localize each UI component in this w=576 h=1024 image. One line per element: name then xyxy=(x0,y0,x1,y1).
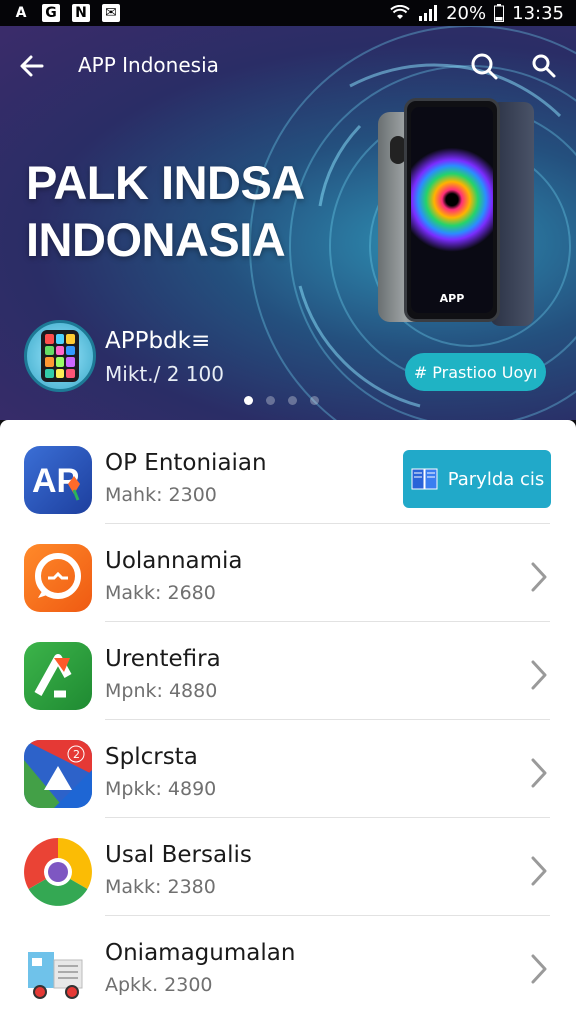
app-name: Usal Bersalis xyxy=(105,842,252,868)
app-g-icon: G xyxy=(42,4,60,22)
back-arrow-icon[interactable] xyxy=(16,50,48,82)
app-meta: Mahk: 2300 xyxy=(105,484,217,506)
app-a-icon: A xyxy=(15,5,27,21)
green-arrow-icon xyxy=(24,642,92,710)
battery-icon xyxy=(494,4,505,22)
svg-text:2: 2 xyxy=(73,748,80,761)
app-meta: Apkk. 2300 xyxy=(105,974,213,996)
featured-app-button[interactable]: # Prastioo Uoyı xyxy=(405,353,546,391)
carousel-dot[interactable] xyxy=(288,396,297,405)
app-meta: Makk: 2680 xyxy=(105,582,216,604)
chevron-right-icon[interactable] xyxy=(528,952,550,986)
hero-title: PALK INDSA INDONASIA xyxy=(26,154,356,268)
list-item[interactable]: AP OP Entoniaian Mahk: 2300 Parylda cis xyxy=(0,426,576,524)
featured-app-icon[interactable] xyxy=(24,320,96,392)
app-meta: Mpkk: 4890 xyxy=(105,778,217,800)
carousel-dot[interactable] xyxy=(244,396,253,405)
chevron-right-icon[interactable] xyxy=(528,560,550,594)
hero-title-line1: PALK INDSA xyxy=(26,156,305,209)
app-name: Oniamagumalan xyxy=(105,940,296,966)
battery-percent: 20% xyxy=(446,2,487,24)
app-n-icon: N xyxy=(72,4,90,22)
install-button[interactable]: Parylda cis xyxy=(403,450,551,508)
ap-logo-icon: AP xyxy=(24,446,92,514)
featured-app-meta: Mikt./ 2 100 xyxy=(105,362,224,386)
wifi-icon xyxy=(390,5,410,19)
carousel-dot[interactable] xyxy=(266,396,275,405)
chevron-right-icon[interactable] xyxy=(528,756,550,790)
app-meta: Makk: 2380 xyxy=(105,876,216,898)
list-item[interactable]: Usal Bersalis Makk: 2380 xyxy=(0,818,576,916)
carousel-indicator xyxy=(244,396,319,405)
chevron-right-icon[interactable] xyxy=(528,854,550,888)
list-item[interactable]: Oniamagumalan Apkk. 2300 xyxy=(0,916,576,1014)
app-name: Uolannamia xyxy=(105,548,243,574)
list-item[interactable]: Urentefira Mpnk: 4880 xyxy=(0,622,576,720)
list-item[interactable]: Uolannamia Makk: 2680 xyxy=(0,524,576,622)
chevron-right-icon[interactable] xyxy=(528,658,550,692)
clock: 13:35 xyxy=(512,2,564,24)
list-item[interactable]: 2 Splcrsta Mpkk: 4890 xyxy=(0,720,576,818)
phone-screen-label: APP xyxy=(439,292,465,305)
multicolor-triangle-icon: 2 xyxy=(24,740,92,808)
app-name: Splcrsta xyxy=(105,744,198,770)
carousel-dot[interactable] xyxy=(310,396,319,405)
app-name: Urentefira xyxy=(105,646,221,672)
page-title: APP Indonesia xyxy=(78,53,219,77)
orange-chat-icon xyxy=(24,544,92,612)
signal-icon xyxy=(419,5,438,21)
phone-front-image: APP xyxy=(404,98,500,322)
notification-icons: A G N ✉ xyxy=(12,4,120,22)
app-list: AP OP Entoniaian Mahk: 2300 Parylda cis xyxy=(0,420,576,1024)
truck-icon xyxy=(24,936,92,1004)
install-button-label: Parylda cis xyxy=(447,468,545,490)
search-secondary-icon[interactable] xyxy=(530,52,558,80)
hero-title-line2: INDONASIA xyxy=(26,213,286,266)
mail-icon: ✉ xyxy=(102,4,120,22)
app-name: OP Entoniaian xyxy=(105,450,267,476)
chrome-like-icon xyxy=(24,838,92,906)
status-bar: A G N ✉ 20% 13:35 xyxy=(0,0,576,26)
phone-illustration: APP xyxy=(370,96,550,346)
hero-banner[interactable]: APP Indonesia PALK INDSA INDONASIA APP A… xyxy=(0,26,576,420)
featured-app-name: APPbdk≡ xyxy=(105,328,211,354)
search-icon[interactable] xyxy=(468,50,500,82)
book-icon xyxy=(411,468,438,490)
app-meta: Mpnk: 4880 xyxy=(105,680,218,702)
